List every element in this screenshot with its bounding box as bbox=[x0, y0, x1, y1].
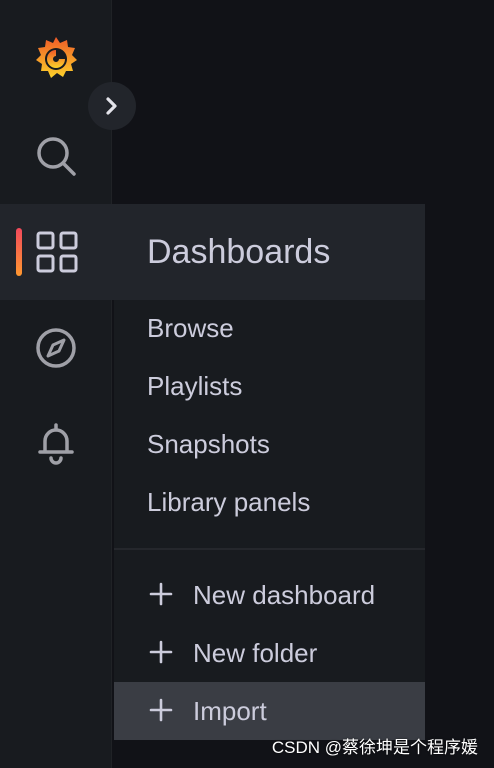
nav-item-explore[interactable] bbox=[0, 300, 112, 396]
nav-item-alerting[interactable] bbox=[0, 396, 112, 492]
menu-divider bbox=[114, 548, 425, 550]
menu-action-label: New dashboard bbox=[193, 580, 376, 610]
menu-action-new-folder[interactable]: New folder bbox=[114, 624, 425, 682]
grafana-logo bbox=[36, 37, 77, 78]
nav-item-dashboards[interactable] bbox=[0, 204, 114, 300]
watermark-text: CSDN @蔡徐坤是个程序媛 bbox=[271, 738, 478, 757]
search-icon bbox=[37, 137, 76, 176]
grafana-page: Dashboards Browse Playlists Snapshots Li… bbox=[0, 0, 494, 768]
plus-icon bbox=[149, 582, 173, 606]
plus-icon bbox=[149, 640, 173, 664]
menu-action-import[interactable]: Import bbox=[114, 682, 425, 740]
menu-link-snapshots[interactable]: Snapshots bbox=[147, 428, 270, 460]
expand-menu-button[interactable] bbox=[88, 82, 136, 130]
menu-action-new-dashboard[interactable]: New dashboard bbox=[114, 566, 425, 624]
dropdown-title[interactable]: Dashboards bbox=[147, 232, 330, 272]
active-indicator bbox=[16, 228, 22, 276]
menu-link-browse[interactable]: Browse bbox=[147, 312, 234, 344]
menu-link-playlists[interactable]: Playlists bbox=[147, 370, 242, 402]
chevron-right-icon bbox=[106, 97, 117, 115]
compass-icon bbox=[36, 328, 76, 368]
apps-grid-icon bbox=[36, 231, 78, 273]
plus-icon bbox=[149, 698, 173, 722]
dropdown-header[interactable]: Dashboards bbox=[114, 204, 425, 300]
bell-icon bbox=[38, 423, 74, 465]
menu-action-label: New folder bbox=[193, 638, 318, 668]
menu-action-label: Import bbox=[193, 696, 267, 726]
menu-link-library-panels[interactable]: Library panels bbox=[147, 486, 310, 518]
dashboards-dropdown-menu: Dashboards Browse Playlists Snapshots Li… bbox=[114, 204, 425, 740]
